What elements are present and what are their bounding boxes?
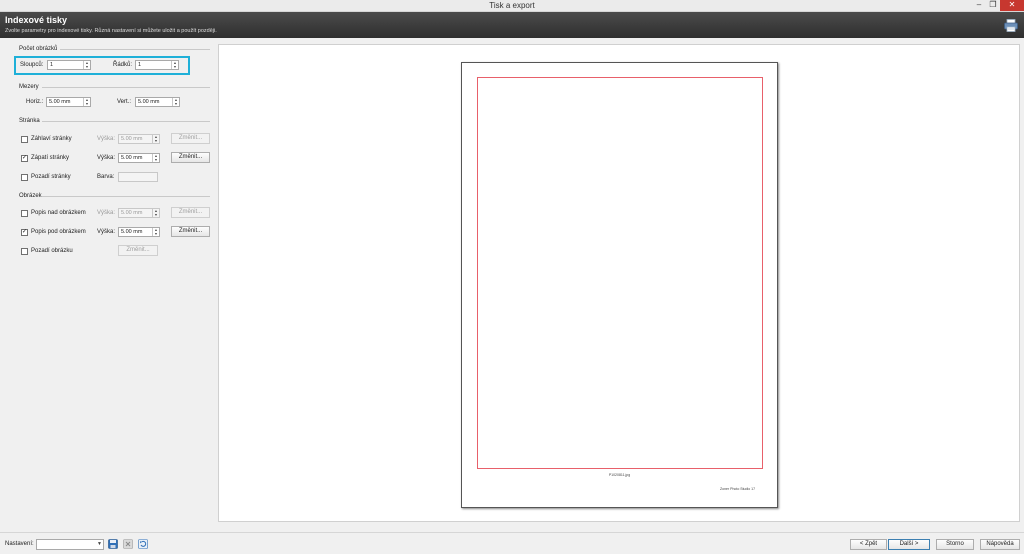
vert-gap-value: 5.00 mm: [138, 99, 160, 105]
help-button[interactable]: Nápověda: [980, 539, 1020, 550]
window-titlebar: Tisk a export – ❐ ✕: [0, 0, 1024, 12]
page-header-height-value: 5.00 mm: [121, 136, 143, 142]
horiz-label: Horiz.:: [26, 99, 44, 105]
page-header-height-label: Výška:: [97, 136, 116, 142]
page-subtitle: Zvolte parametry pro indexové tisky. Růz…: [5, 28, 217, 34]
minimize-button[interactable]: –: [972, 0, 986, 11]
section-title-count: Počet obrázků: [19, 46, 58, 52]
rows-value: 1: [138, 62, 142, 68]
back-button[interactable]: < Zpět: [850, 539, 887, 550]
caption-above-change-button[interactable]: Změnit...: [171, 207, 210, 218]
settings-select[interactable]: ▼: [36, 539, 104, 550]
page-footer-label: Zápatí stránky: [31, 155, 70, 161]
page-header-checkbox[interactable]: [21, 136, 28, 143]
page-title: Indexové tisky: [5, 15, 68, 25]
caption-below-height-stepper[interactable]: 5.00 mm ▲ ▼: [118, 227, 160, 237]
preview-page: P1020811.jpg Zoner Photo Studio 17: [461, 62, 778, 508]
image-background-label: Pozadí obrázku: [31, 248, 73, 254]
section-title-page: Stránka: [19, 118, 40, 124]
caption-below-change-button[interactable]: Změnit...: [171, 226, 210, 237]
spin-arrows-icon[interactable]: ▲ ▼: [83, 98, 90, 106]
page-background-checkbox[interactable]: [21, 174, 28, 181]
page-header-label: Záhlaví stránky: [31, 136, 72, 142]
columns-value: 1: [50, 62, 54, 68]
caption-above-label: Popis nad obrázkem: [31, 210, 86, 216]
page-footer-checkbox[interactable]: ✓: [21, 155, 28, 162]
divider: [42, 121, 210, 122]
caption-below-height-value: 5.00 mm: [121, 229, 143, 235]
maximize-button[interactable]: ❐: [986, 0, 1000, 11]
delete-settings-icon[interactable]: [123, 539, 133, 549]
vert-gap-stepper[interactable]: 5.00 mm ▲ ▼: [135, 97, 180, 107]
cancel-button[interactable]: Storno: [936, 539, 974, 550]
image-frame: [477, 77, 763, 469]
page-footer-height-value: 5.00 mm: [121, 155, 143, 161]
page-footer-height-label: Výška:: [97, 155, 116, 161]
columns-stepper[interactable]: 1 ▲ ▼: [47, 60, 91, 70]
page-background-color-label: Barva:: [97, 174, 115, 180]
caption-below-height-label: Výška:: [97, 229, 116, 235]
page-header-height-stepper[interactable]: 5.00 mm ▲ ▼: [118, 134, 160, 144]
divider: [60, 49, 210, 50]
spin-arrows-icon[interactable]: ▲ ▼: [152, 135, 159, 143]
page-footer-text: Zoner Photo Studio 17: [720, 487, 756, 491]
page-header-change-button[interactable]: Změnit...: [171, 133, 210, 144]
image-background-checkbox[interactable]: [21, 248, 28, 255]
spin-arrows-icon[interactable]: ▲ ▼: [152, 209, 159, 217]
caption-above-height-value: 5.00 mm: [121, 210, 143, 216]
horiz-gap-value: 5.00 mm: [49, 99, 71, 105]
window-title: Tisk a export: [489, 1, 535, 10]
close-button[interactable]: ✕: [1000, 0, 1024, 11]
caption-above-height-label: Výška:: [97, 210, 116, 216]
vert-label: Vert.:: [117, 99, 132, 105]
page-background-label: Pozadí stránky: [31, 174, 71, 180]
section-title-gaps: Mezery: [19, 84, 39, 90]
reset-icon[interactable]: [138, 539, 148, 549]
printer-icon[interactable]: [1004, 19, 1018, 32]
rows-label: Řádků:: [113, 62, 133, 68]
caption-above-height-stepper[interactable]: 5.00 mm ▲ ▼: [118, 208, 160, 218]
chevron-down-icon[interactable]: ▼: [97, 540, 102, 549]
rows-stepper[interactable]: 1 ▲ ▼: [135, 60, 179, 70]
image-background-change-button[interactable]: Změnit...: [118, 245, 158, 256]
columns-label: Sloupců:: [20, 62, 44, 68]
page-footer-change-button[interactable]: Změnit...: [171, 152, 210, 163]
next-button[interactable]: Další >: [888, 539, 930, 550]
page-footer-height-stepper[interactable]: 5.00 mm ▲ ▼: [118, 153, 160, 163]
image-caption: P1020811.jpg: [608, 473, 631, 477]
divider: [42, 196, 210, 197]
caption-below-checkbox[interactable]: ✓: [21, 229, 28, 236]
spin-arrows-icon[interactable]: ▲ ▼: [152, 228, 159, 236]
section-title-image: Obrázek: [19, 193, 42, 199]
spin-arrows-icon[interactable]: ▲ ▼: [152, 154, 159, 162]
divider: [42, 87, 210, 88]
settings-label: Nastavení:: [5, 541, 34, 547]
spin-arrows-icon[interactable]: ▲ ▼: [83, 61, 90, 69]
page-background-color-swatch[interactable]: [118, 172, 158, 182]
settings-panel: [0, 38, 218, 532]
horiz-gap-stepper[interactable]: 5.00 mm ▲ ▼: [46, 97, 91, 107]
save-icon[interactable]: [108, 539, 118, 549]
caption-below-label: Popis pod obrázkem: [31, 229, 86, 235]
wizard-header: Indexové tisky Zvolte parametry pro inde…: [0, 12, 1024, 38]
spin-arrows-icon[interactable]: ▲ ▼: [172, 98, 179, 106]
caption-above-checkbox[interactable]: [21, 210, 28, 217]
spin-arrows-icon[interactable]: ▲ ▼: [171, 61, 178, 69]
